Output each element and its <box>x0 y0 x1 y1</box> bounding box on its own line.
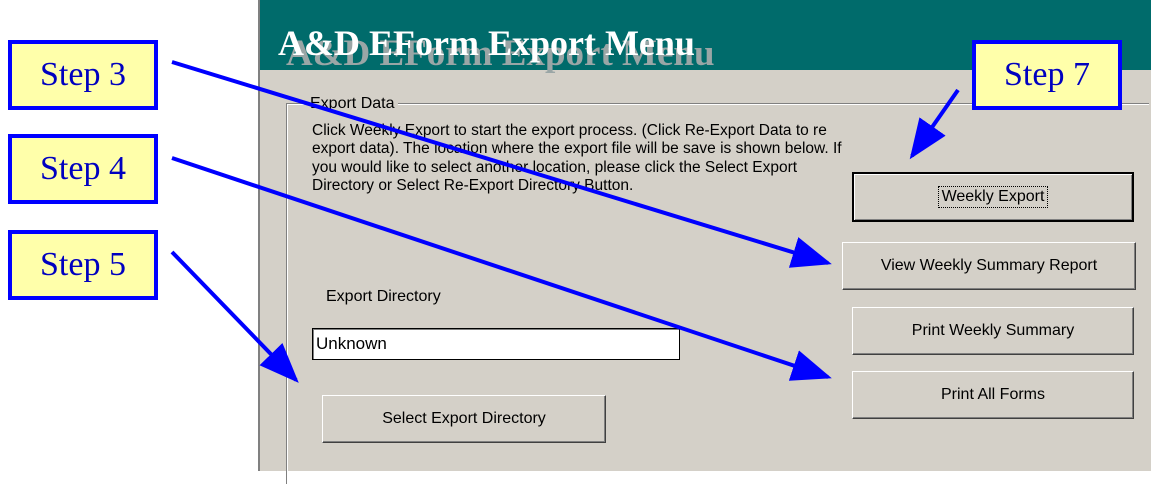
step4-arrow <box>171 156 832 381</box>
step7-arrow <box>909 88 960 160</box>
step3-arrow <box>171 60 832 268</box>
callout-arrows <box>170 60 960 383</box>
step5-arrow <box>170 250 299 383</box>
